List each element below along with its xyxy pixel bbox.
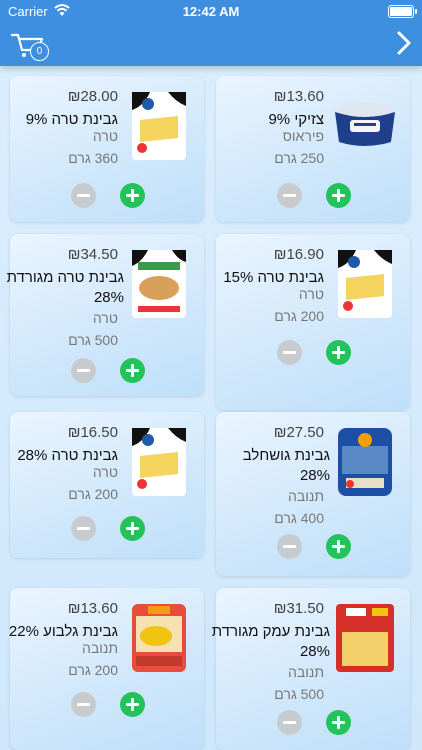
status-bar: Carrier 12:42 AM: [0, 0, 422, 22]
product-brand: טרה: [92, 464, 118, 480]
product-price: ₪16.50: [67, 424, 118, 441]
product-brand: פיראוס: [282, 128, 324, 144]
product-image: [126, 426, 192, 498]
increase-quantity-button[interactable]: [326, 534, 351, 559]
increase-quantity-button[interactable]: [326, 340, 351, 365]
decrease-quantity-button[interactable]: [277, 710, 302, 735]
product-image: [126, 602, 192, 674]
product-image: [332, 90, 398, 162]
product-weight: 250 גרם: [274, 150, 324, 166]
product-price: ₪28.00: [67, 88, 118, 105]
product-name: גבינת טרה מגורדת 28%: [6, 269, 124, 306]
product-card[interactable]: ₪28.00 גבינת טרה 9% טרה 360 גרם: [10, 76, 204, 222]
chevron-right-icon[interactable]: [394, 30, 414, 56]
product-name: גבינת טרה 9%: [25, 111, 118, 128]
product-brand: טרה: [92, 128, 118, 144]
product-weight: 500 גרם: [68, 332, 118, 348]
product-weight: 400 גרם: [274, 510, 324, 526]
product-image: [332, 602, 398, 674]
product-brand: טרה: [92, 310, 118, 326]
product-price: ₪13.60: [273, 88, 324, 105]
increase-quantity-button[interactable]: [120, 183, 145, 208]
product-weight: 200 גרם: [68, 486, 118, 502]
product-image: [332, 426, 398, 498]
product-image: [126, 90, 192, 162]
product-weight: 200 גרם: [68, 662, 118, 678]
product-price: ₪34.50: [67, 246, 118, 263]
increase-quantity-button[interactable]: [120, 692, 145, 717]
product-price: ₪27.50: [273, 424, 324, 441]
product-price: ₪13.60: [67, 600, 118, 617]
product-name: גבינת עמק מגורדת 28%: [211, 623, 330, 660]
increase-quantity-button[interactable]: [326, 183, 351, 208]
product-card[interactable]: ₪13.60 צזיקי 9% פיראוס 250 גרם: [216, 76, 410, 222]
product-card[interactable]: ₪34.50 גבינת טרה מגורדת 28% טרה 500 גרם: [7, 234, 204, 396]
navigation-bar: Carrier 12:42 AM 0: [0, 0, 422, 66]
product-brand: תנובה: [287, 664, 324, 680]
decrease-quantity-button[interactable]: [277, 183, 302, 208]
increase-quantity-button[interactable]: [120, 358, 145, 383]
product-brand: תנובה: [81, 640, 118, 656]
product-name: גבינת גושחלב 28%: [242, 447, 330, 484]
product-weight: 360 גרם: [68, 150, 118, 166]
status-time: 12:42 AM: [182, 4, 240, 19]
decrease-quantity-button[interactable]: [71, 358, 96, 383]
product-brand: תנובה: [287, 488, 324, 504]
product-name: צזיקי 9%: [268, 111, 324, 128]
decrease-quantity-button[interactable]: [277, 534, 302, 559]
decrease-quantity-button[interactable]: [71, 692, 96, 717]
product-price: ₪16.90: [273, 246, 324, 263]
product-name: גבינת טרה 28%: [17, 447, 118, 464]
product-price: ₪31.50: [273, 600, 324, 617]
decrease-quantity-button[interactable]: [277, 340, 302, 365]
decrease-quantity-button[interactable]: [71, 183, 96, 208]
product-image: [126, 248, 192, 320]
product-card[interactable]: ₪13.60 גבינת גלבוע 22% תנובה 200 גרם: [9, 588, 204, 750]
product-name: גבינת טרה 15%: [223, 269, 324, 286]
increase-quantity-button[interactable]: [326, 710, 351, 735]
cart-count-badge[interactable]: 0: [30, 42, 49, 61]
decrease-quantity-button[interactable]: [71, 516, 96, 541]
product-brand: טרה: [298, 286, 324, 302]
product-weight: 200 גרם: [274, 308, 324, 324]
product-weight: 500 גרם: [274, 686, 324, 702]
product-card[interactable]: ₪31.50 גבינת עמק מגורדת 28% תנובה 500 גרם: [212, 588, 410, 750]
product-image: [332, 248, 398, 320]
product-name: גבינת גלבוע 22%: [8, 623, 118, 640]
increase-quantity-button[interactable]: [120, 516, 145, 541]
product-card[interactable]: ₪16.50 גבינת טרה 28% טרה 200 גרם: [10, 412, 204, 558]
product-card[interactable]: ₪27.50 גבינת גושחלב 28% תנובה 400 גרם: [216, 412, 410, 576]
battery-icon: [388, 5, 417, 18]
product-card[interactable]: ₪16.90 גבינת טרה 15% טרה 200 גרם: [216, 234, 410, 410]
